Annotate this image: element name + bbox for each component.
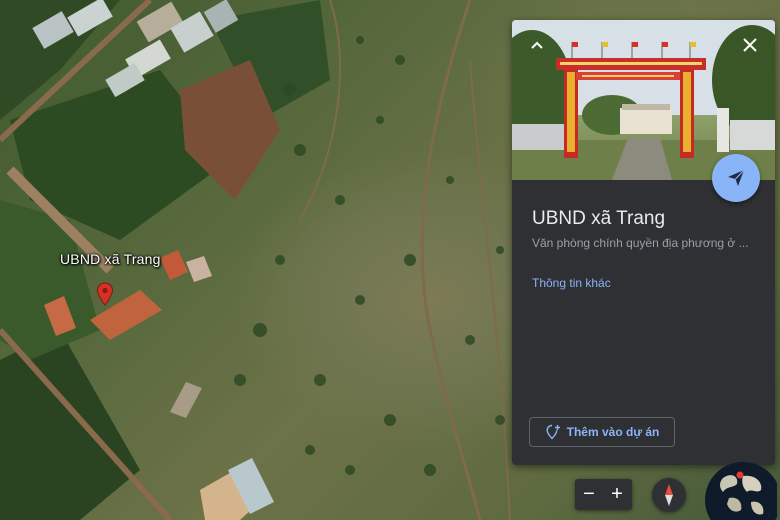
add-to-project-button[interactable]: Thêm vào dự án xyxy=(529,417,675,447)
send-button[interactable] xyxy=(712,154,760,202)
zoom-out-button[interactable]: − xyxy=(575,479,603,510)
place-title: UBND xã Trang xyxy=(532,208,666,229)
globe-icon xyxy=(705,462,777,520)
place-subtitle: Văn phòng chính quyền địa phương ở ... xyxy=(532,236,749,250)
globe-view-button[interactable] xyxy=(703,458,777,520)
add-to-project-label: Thêm vào dự án xyxy=(566,425,660,439)
send-icon xyxy=(728,169,745,186)
chevron-up-icon[interactable] xyxy=(526,34,548,56)
compass-button[interactable] xyxy=(652,478,686,512)
place-info-panel: UBND xã Trang Văn phòng chính quyền địa … xyxy=(512,20,775,465)
compass-icon xyxy=(665,484,673,506)
close-icon[interactable] xyxy=(739,34,761,56)
zoom-control: − + xyxy=(575,479,632,510)
more-info-link[interactable]: Thông tin khác xyxy=(532,276,611,290)
zoom-in-button[interactable]: + xyxy=(603,479,631,510)
add-location-icon xyxy=(546,424,560,440)
map-pin-icon[interactable] xyxy=(96,282,114,306)
map-place-label[interactable]: UBND xã Trang xyxy=(60,251,161,267)
